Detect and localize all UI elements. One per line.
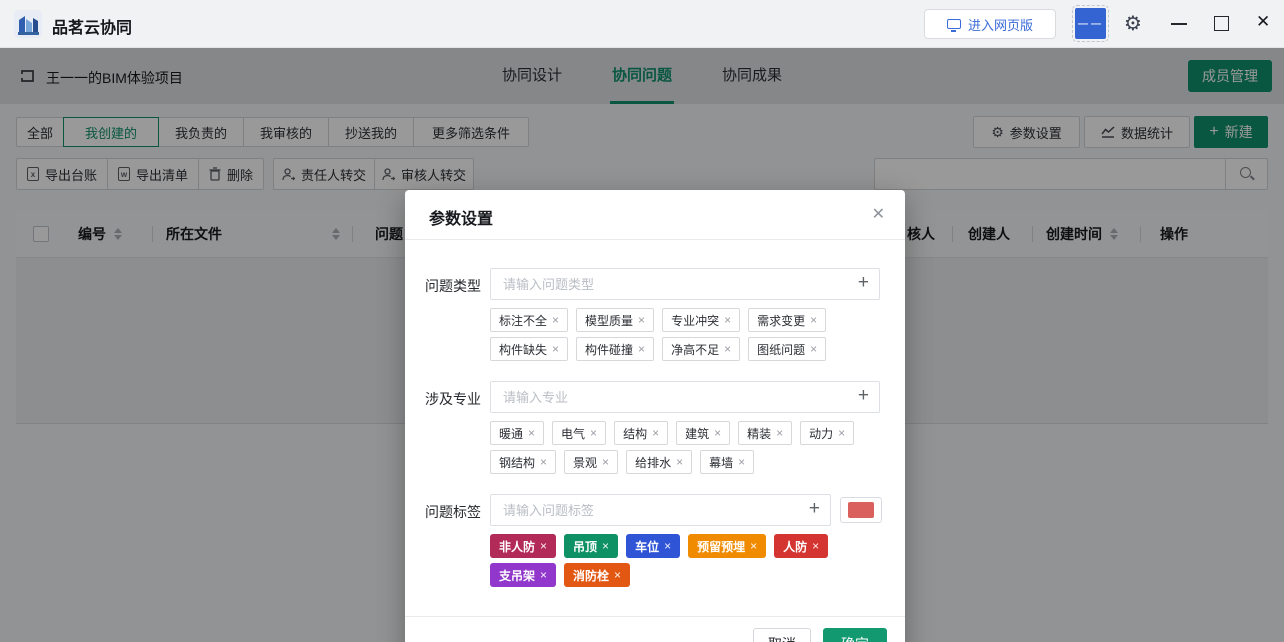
app-title: 品茗云协同 [52, 14, 132, 38]
section-issue-label: 问题标签 + 非人防× 吊顶× 车位× [425, 494, 880, 587]
issue-type-input[interactable] [491, 269, 839, 299]
remove-tag-icon[interactable]: × [724, 342, 731, 356]
colored-tag: 人防× [774, 534, 828, 558]
remove-tag-icon[interactable]: × [528, 426, 535, 440]
remove-tag-icon[interactable]: × [590, 426, 597, 440]
remove-tag-icon[interactable]: × [552, 342, 559, 356]
tag: 电气× [552, 421, 606, 445]
tag: 幕墙× [700, 450, 754, 474]
window-minimize-button[interactable] [1171, 23, 1187, 25]
remove-tag-icon[interactable]: × [714, 426, 721, 440]
remove-tag-icon[interactable]: × [750, 539, 757, 553]
remove-tag-icon[interactable]: × [776, 426, 783, 440]
colored-tag: 预留预埋× [688, 534, 766, 558]
tag: 精装× [738, 421, 792, 445]
parameter-settings-dialog: 参数设置 ✕ 问题类型 + 标注不全× 模型质量× 专业冲突× 需求变更× [405, 190, 905, 642]
user-avatar[interactable]: 一一 [1075, 8, 1106, 39]
discipline-tags: 暖通× 电气× 结构× 建筑× 精装× 动力× 钢结构× 景观× 给排水× 幕墙… [490, 421, 880, 474]
dialog-close-icon[interactable]: ✕ [872, 204, 885, 224]
tag: 构件碰撞× [576, 337, 654, 361]
remove-tag-icon[interactable]: × [614, 568, 621, 582]
remove-tag-icon[interactable]: × [540, 539, 547, 553]
discipline-input-wrap: + [490, 381, 880, 413]
enter-web-label: 进入网页版 [968, 15, 1033, 34]
dialog-title: 参数设置 [429, 205, 493, 229]
window-maximize-button[interactable] [1214, 16, 1229, 31]
tag: 钢结构× [490, 450, 556, 474]
colored-tag: 非人防× [490, 534, 556, 558]
remove-tag-icon[interactable]: × [810, 342, 817, 356]
tag: 需求变更× [748, 308, 826, 332]
remove-tag-icon[interactable]: × [638, 342, 645, 356]
colored-tag: 车位× [626, 534, 680, 558]
tag: 模型质量× [576, 308, 654, 332]
colored-tag: 吊顶× [564, 534, 618, 558]
dialog-header: 参数设置 ✕ [405, 190, 905, 240]
remove-tag-icon[interactable]: × [738, 455, 745, 469]
tag: 给排水× [626, 450, 692, 474]
remove-tag-icon[interactable]: × [552, 313, 559, 327]
remove-tag-icon[interactable]: × [838, 426, 845, 440]
issue-label-tags: 非人防× 吊顶× 车位× 预留预埋× 人防× 支吊架× 消防栓× [490, 534, 882, 587]
tag: 净高不足× [662, 337, 740, 361]
tag: 构件缺失× [490, 337, 568, 361]
app-logo-icon [14, 10, 42, 38]
section-label: 涉及专业 [425, 381, 490, 474]
issue-label-input-wrap: + [490, 494, 831, 526]
remove-tag-icon[interactable]: × [602, 539, 609, 553]
add-tag-icon[interactable]: + [858, 272, 869, 294]
tag: 图纸问题× [748, 337, 826, 361]
tag: 暖通× [490, 421, 544, 445]
tag: 结构× [614, 421, 668, 445]
tag: 景观× [564, 450, 618, 474]
discipline-input[interactable] [491, 382, 839, 412]
issue-label-input[interactable] [491, 495, 790, 525]
issue-type-input-wrap: + [490, 268, 880, 300]
remove-tag-icon[interactable]: × [540, 455, 547, 469]
remove-tag-icon[interactable]: × [602, 455, 609, 469]
titlebar: 品茗云协同 进入网页版 一一 ⚙ ✕ [0, 0, 1284, 48]
remove-tag-icon[interactable]: × [638, 313, 645, 327]
remove-tag-icon[interactable]: × [724, 313, 731, 327]
settings-gear-icon[interactable]: ⚙ [1124, 9, 1142, 39]
section-label: 问题类型 [425, 268, 490, 361]
remove-tag-icon[interactable]: × [810, 313, 817, 327]
selected-color-swatch [848, 502, 874, 518]
add-tag-icon[interactable]: + [858, 385, 869, 407]
section-discipline: 涉及专业 + 暖通× 电气× 结构× 建筑× 精装× 动力× 钢结构× 景 [425, 381, 880, 474]
remove-tag-icon[interactable]: × [540, 568, 547, 582]
remove-tag-icon[interactable]: × [812, 539, 819, 553]
tag: 建筑× [676, 421, 730, 445]
add-tag-icon[interactable]: + [809, 498, 820, 520]
dialog-footer: 取消 确定 [405, 616, 905, 642]
colored-tag: 消防栓× [564, 563, 630, 587]
tag-color-picker[interactable] [840, 497, 882, 523]
confirm-button[interactable]: 确定 [823, 628, 887, 642]
cancel-button[interactable]: 取消 [753, 628, 811, 642]
section-label: 问题标签 [425, 494, 490, 587]
issue-type-tags: 标注不全× 模型质量× 专业冲突× 需求变更× 构件缺失× 构件碰撞× 净高不足… [490, 308, 880, 361]
dialog-body: 问题类型 + 标注不全× 模型质量× 专业冲突× 需求变更× 构件缺失× 构件碰… [405, 240, 905, 587]
colored-tag: 支吊架× [490, 563, 556, 587]
remove-tag-icon[interactable]: × [664, 539, 671, 553]
tag: 标注不全× [490, 308, 568, 332]
tag: 专业冲突× [662, 308, 740, 332]
remove-tag-icon[interactable]: × [676, 455, 683, 469]
section-issue-type: 问题类型 + 标注不全× 模型质量× 专业冲突× 需求变更× 构件缺失× 构件碰… [425, 268, 880, 361]
monitor-icon [947, 19, 961, 29]
app-window: 品茗云协同 进入网页版 一一 ⚙ ✕ 王一一的BIM体验项目 协同设计 协同问题… [0, 0, 1284, 642]
window-close-button[interactable]: ✕ [1256, 12, 1270, 32]
tag: 动力× [800, 421, 854, 445]
enter-web-version-button[interactable]: 进入网页版 [924, 9, 1056, 39]
remove-tag-icon[interactable]: × [652, 426, 659, 440]
